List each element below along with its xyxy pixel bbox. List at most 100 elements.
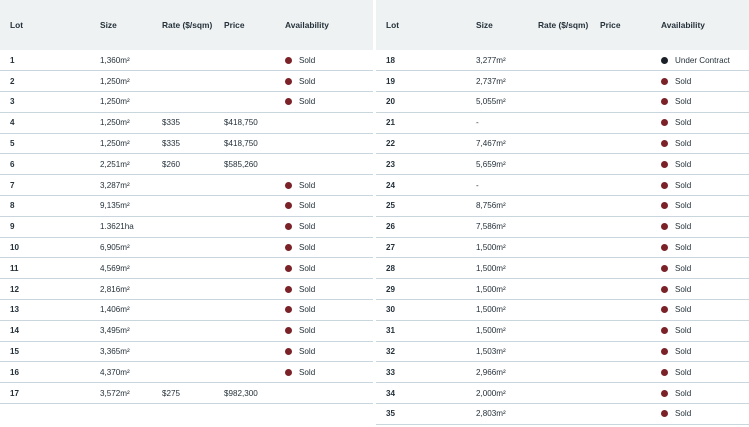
status-label: Sold: [299, 326, 316, 336]
lot-cell: 18: [386, 55, 396, 65]
price-cell: [590, 154, 651, 175]
size-cell: 3,277m²: [476, 55, 506, 65]
status-dot-icon: [661, 306, 668, 314]
size-cell: 1,406m²: [100, 305, 130, 315]
size-cell: 1,360m²: [100, 55, 130, 65]
header-price: Price: [600, 20, 621, 30]
rate-cell: [152, 50, 214, 71]
size-cell: 2,000m²: [476, 388, 506, 398]
status-dot-icon: [661, 98, 668, 106]
size-cell: 7,467m²: [476, 139, 506, 149]
status-label: Sold: [675, 305, 692, 315]
table-row: 21 - Sold: [376, 112, 749, 134]
table-row: 2 1,250m² Sold: [0, 71, 373, 92]
header-size: Size: [476, 20, 493, 30]
status-label: Sold: [299, 305, 316, 315]
size-cell: 2,966m²: [476, 367, 506, 377]
size-cell: 9,135m²: [100, 201, 130, 211]
table-row: 32 1,503m² Sold: [376, 341, 749, 362]
size-cell: 3,287m²: [100, 180, 130, 190]
lot-cell: 16: [10, 367, 20, 377]
rate-cell: [528, 258, 590, 279]
lot-cell: 11: [10, 263, 19, 273]
size-cell: 2,816m²: [100, 284, 130, 294]
price-cell: $418,750: [224, 118, 258, 128]
table-row: 13 1,406m² Sold: [0, 300, 373, 321]
status-label: Sold: [675, 97, 692, 107]
lot-cell: 33: [386, 367, 396, 377]
status-label: Sold: [675, 180, 692, 190]
availability-cell: Sold: [651, 112, 749, 133]
lot-cell: 31: [386, 326, 396, 336]
rate-cell: [528, 50, 590, 71]
status-label: Sold: [675, 201, 692, 211]
status-label: Sold: [299, 347, 316, 357]
table-row: 27 1,500m² Sold: [376, 237, 749, 258]
status-dot-icon: [661, 56, 668, 64]
size-cell: 3,365m²: [100, 347, 130, 357]
table-row: 30 1,500m² Sold: [376, 300, 749, 321]
lot-cell: 23: [386, 159, 396, 169]
lot-cell: 28: [386, 263, 396, 273]
table-row: 23 5,659m² Sold: [376, 154, 749, 175]
rate-cell: [528, 216, 590, 237]
status-dot-icon: [285, 56, 292, 64]
rate-cell: [528, 404, 590, 425]
lots-table-right: Lot Size Rate ($/sqm) Price Availability…: [376, 0, 749, 425]
status-dot-icon: [661, 181, 668, 189]
availability-cell: Sold: [651, 300, 749, 321]
size-cell: 1,250m²: [100, 139, 130, 149]
availability-cell: Sold: [651, 279, 749, 300]
status-label: Under Contract: [675, 55, 730, 65]
status-label: Sold: [675, 388, 692, 398]
rate-cell: [152, 71, 214, 92]
rate-cell: [528, 320, 590, 341]
status-label: Sold: [299, 243, 316, 253]
size-cell: 3,495m²: [100, 326, 130, 336]
price-cell: [590, 383, 651, 404]
status-label: Sold: [675, 139, 692, 149]
status-dot-icon: [285, 244, 292, 252]
size-cell: 2,737m²: [476, 76, 506, 86]
availability-cell: Sold: [651, 175, 749, 196]
status-label: Sold: [299, 201, 316, 211]
price-cell: $982,300: [224, 388, 258, 398]
status-dot-icon: [661, 119, 668, 127]
size-cell: 2,803m²: [476, 409, 506, 419]
lot-cell: 2: [10, 76, 15, 86]
lot-cell: 13: [10, 305, 20, 315]
availability-cell: Sold: [275, 362, 373, 383]
rate-cell: [152, 175, 214, 196]
table-body-right: 18 3,277m² Under Contract 19 2,737m² Sold 20 5,…: [376, 50, 749, 425]
price-cell: [590, 92, 651, 113]
table-row: 29 1,500m² Sold: [376, 279, 749, 300]
price-cell: [590, 258, 651, 279]
rate-cell: [528, 154, 590, 175]
table-row: 25 8,756m² Sold: [376, 196, 749, 217]
status-label: Sold: [299, 367, 316, 377]
table-row: 24 - Sold: [376, 175, 749, 196]
table-row: 33 2,966m² Sold: [376, 362, 749, 383]
price-cell: [590, 237, 651, 258]
availability-cell: Sold: [275, 71, 373, 92]
table-row: 10 6,905m² Sold: [0, 237, 373, 258]
status-dot-icon: [285, 264, 292, 272]
availability-cell: Sold: [651, 92, 749, 113]
availability-cell: Sold: [275, 92, 373, 113]
status-label: Sold: [675, 284, 692, 294]
lot-cell: 6: [10, 159, 15, 169]
size-cell: 4,569m²: [100, 263, 130, 273]
availability-cell: [275, 133, 373, 154]
status-dot-icon: [285, 368, 292, 376]
header-lot: Lot: [10, 20, 24, 30]
lot-cell: 12: [10, 284, 20, 294]
size-cell: 1,250m²: [100, 118, 130, 128]
price-cell: [214, 279, 275, 300]
lot-cell: 32: [386, 347, 396, 357]
table-row: 18 3,277m² Under Contract: [376, 50, 749, 71]
size-cell: 1,500m²: [476, 284, 506, 294]
table-header-row: Lot Size Rate ($/sqm) Price Availability: [0, 0, 373, 50]
price-cell: [590, 196, 651, 217]
header-price: Price: [224, 20, 245, 30]
table-row: 16 4,370m² Sold: [0, 362, 373, 383]
